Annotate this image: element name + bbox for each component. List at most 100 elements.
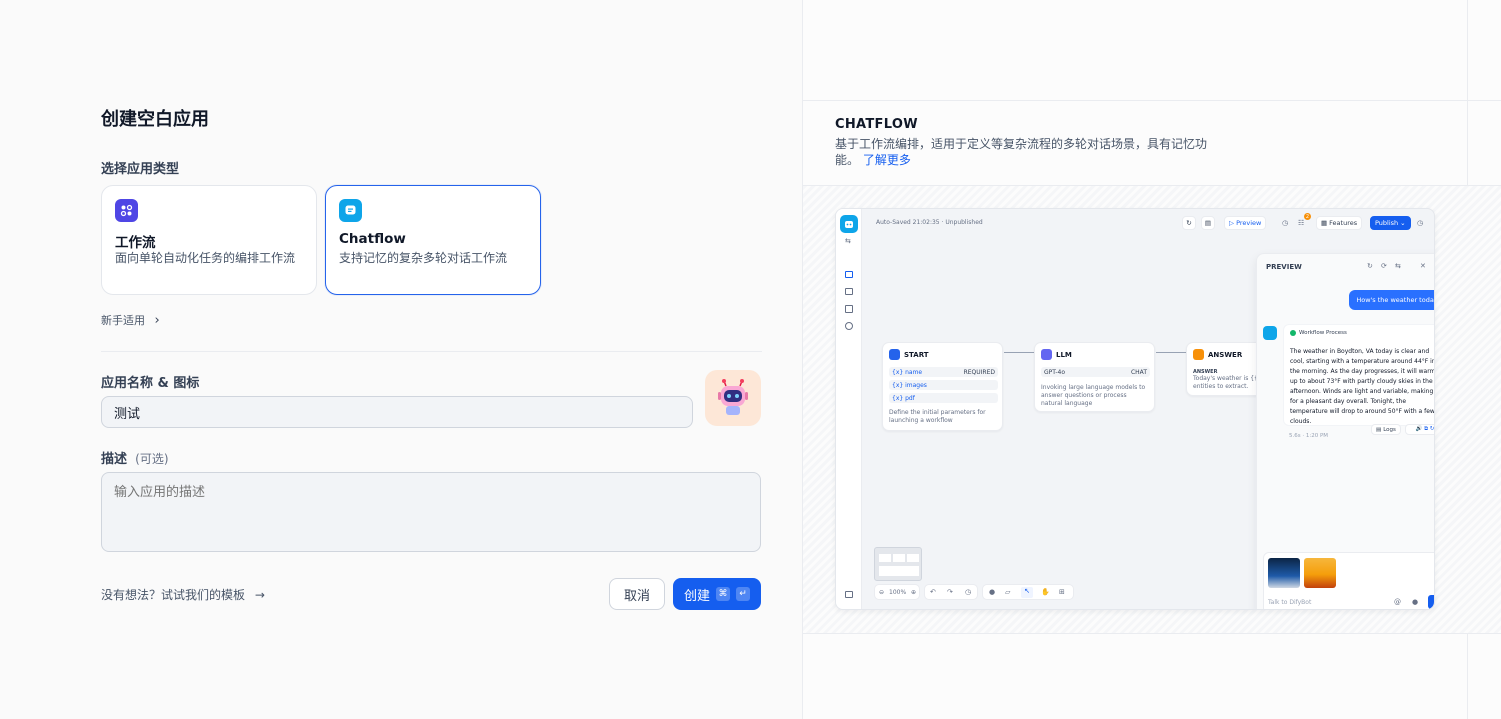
desert-image-thumbnail [1304,558,1336,588]
app-type-workflow-card[interactable]: 工作流 面向单轮自动化任务的编排工作流 [101,185,317,295]
badge-count: 2 [1304,213,1311,220]
features-label: Features [1329,219,1358,227]
chat-input-box: Talk to DifyBot @ ● ➤ [1263,552,1434,609]
answer-text-2: entities to extract. [1193,383,1249,390]
chat-preview-panel: PREVIEW ↻ ⟳ ⇆ ✕ How's the weather today … [1256,253,1435,609]
start-node: START {x} name REQUIRED {x} images {x} pd… [882,342,1003,431]
create-label: 创建 [683,588,710,604]
swap-icon: ⇆ [845,237,851,245]
preview-screenshot: ⇆ Auto-Saved 21:02:35 · Unpublished ↻ ▤ … [835,208,1435,610]
canvas-nav-icon [845,271,853,278]
llm-node-title: LLM [1056,350,1072,359]
name-label: 应用名称 & 图标 [101,376,200,391]
bot-reply-text: The weather in Boydton, VA today is clea… [1290,348,1435,425]
var-name: {x} pdf [892,395,915,402]
start-node-title: START [904,350,929,359]
canvas-sidebar: ⇆ [836,209,862,609]
template-link[interactable]: 没有想法？试试我们的模板 → [101,586,265,603]
workflow-icon [115,199,138,222]
redo-icon: ↷ [947,588,953,596]
learn-more-link[interactable]: 了解更多 [863,153,911,167]
page-title: 创建空白应用 [101,109,209,130]
app-type-desc: 面向单轮自动化任务的编排工作流 [115,251,296,265]
optional-hint: (可选) [135,452,169,466]
cancel-button[interactable]: 取消 [609,578,665,610]
attach-icon: @ [1394,598,1401,606]
send-icon: ➤ [1428,595,1434,609]
cmd-key-icon: ⌘ [716,587,730,601]
divider [101,351,762,352]
zoom-out-icon: ⊖ [879,589,885,596]
workflow-process-row: Workflow Process [1290,330,1347,336]
chat-input-placeholder: Talk to DifyBot [1268,599,1312,606]
answer-node-title: ANSWER [1208,350,1243,359]
preview-description: 基于工作流编排，适用于定义等复杂流程的多轮对话场景，具有记忆功能。 了解更多 [835,136,1215,168]
template-link-label: 没有想法？试试我们的模板 [101,588,246,602]
start-var-row: {x} name REQUIRED [889,367,998,377]
mountain-image-thumbnail [1268,558,1300,588]
connector-line [1156,352,1186,353]
history-toolbar: ↶ ↷ ◷ [924,584,978,600]
zoom-in-icon: ⊕ [911,589,917,596]
chatflow-icon [339,199,362,222]
message-meta: 5.6s · 1:20 PM [1289,433,1329,439]
answer-node: ANSWER ANSWER Today's weather is {{w ent… [1186,342,1266,396]
features-button: ▦ Features [1316,216,1363,230]
grid-line [803,100,1501,101]
terminal-icon [845,288,853,295]
llm-node: LLM GPT-4o CHAT Invoking large language m… [1034,342,1155,412]
monitor-icon [845,322,853,330]
close-icon: ✕ [1420,262,1426,270]
add-node-icon: ● [989,588,996,596]
var-name: {x} name [892,369,923,376]
chat-panel-title: PREVIEW [1266,263,1302,271]
bot-icon [840,215,858,233]
variable-icon: ⇆ [1395,262,1401,270]
zoom-level: 100% [889,589,907,596]
create-app-form: 创建空白应用 选择应用类型 工作流 面向单轮自动化任务的编排工作流 Chatfl… [0,0,802,719]
preview-button: ▷ Preview [1224,216,1267,230]
app-type-chatflow-card[interactable]: Chatflow 支持记忆的复杂多轮对话工作流 [325,185,541,295]
start-node-desc: Define the initial parameters for launch… [889,409,986,424]
robot-avatar-icon [718,379,748,415]
mic-icon: ● [1412,598,1419,606]
app-icon-picker[interactable] [705,370,761,426]
pointer-icon: ↖ [1021,587,1033,598]
bot-avatar-icon [1263,326,1277,340]
layout-icon: ⊞ [1059,588,1065,596]
answer-text: Today's weather is {{w [1193,375,1263,382]
start-var-row: {x} images [889,380,998,390]
arrow-right-icon: → [254,588,265,602]
enter-key-icon: ↵ [736,587,750,601]
sidebar-toggle-icon [845,591,853,598]
app-type-label: 选择应用类型 [101,162,180,177]
start-var-row: {x} pdf [889,393,998,403]
logs-icon: ▤ [1376,426,1382,433]
bot-message: Workflow Process The weather in Boydton,… [1283,324,1435,426]
app-description-input[interactable] [101,472,761,552]
grid-line [803,633,1501,634]
app-type-desc: 支持记忆的复杂多轮对话工作流 [339,251,508,265]
home-icon [889,349,900,360]
restart-icon: ⟳ [1381,262,1387,270]
llm-model-row: GPT-4o CHAT [1041,367,1150,377]
logs-label: Logs [1383,426,1396,433]
llm-icon [1041,349,1052,360]
model-tag: CHAT [1130,369,1147,376]
minimap [874,547,922,581]
autosave-status: Auto-Saved 21:02:35 · Unpublished [876,219,983,226]
app-type-name: Chatflow [339,231,406,247]
var-name: {x} images [892,382,927,389]
create-button[interactable]: 创建 ⌘ ↵ [673,578,761,610]
app-type-name: 工作流 [115,235,156,251]
refresh-icon: ↻ [1367,262,1373,270]
llm-node-desc: Invoking large language models to answer… [1041,384,1146,407]
clock-icon: ◷ [1417,219,1424,227]
user-message: How's the weather today [1349,290,1434,310]
answer-icon [1193,349,1204,360]
checklist-icon: ▤ [1201,216,1215,230]
newbie-toggle[interactable]: 新手适用 › [101,312,160,328]
app-name-input[interactable] [101,396,693,428]
note-icon: ▱ [1005,588,1011,596]
newbie-label: 新手适用 [101,314,145,327]
